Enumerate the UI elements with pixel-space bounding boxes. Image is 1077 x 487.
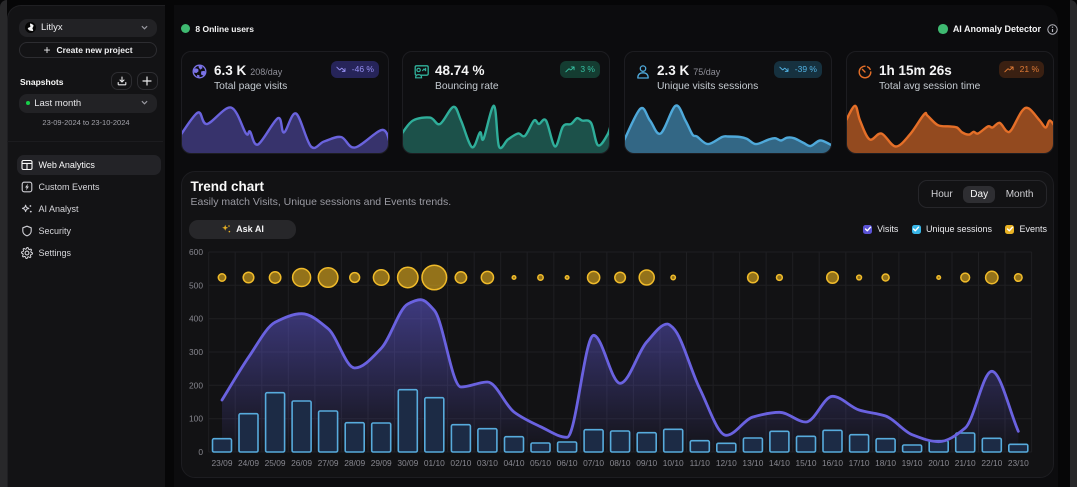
svg-text:30/09: 30/09: [397, 458, 418, 468]
svg-text:600: 600: [189, 247, 203, 257]
svg-text:27/09: 27/09: [318, 458, 339, 468]
svg-text:100: 100: [189, 414, 203, 424]
svg-text:500: 500: [189, 280, 203, 290]
svg-text:23/10: 23/10: [1008, 458, 1029, 468]
svg-text:07/10: 07/10: [583, 458, 604, 468]
svg-text:21/10: 21/10: [955, 458, 976, 468]
svg-text:24/09: 24/09: [238, 458, 259, 468]
svg-text:200: 200: [189, 380, 203, 390]
svg-text:28/09: 28/09: [344, 458, 365, 468]
svg-text:13/10: 13/10: [742, 458, 763, 468]
svg-text:18/10: 18/10: [875, 458, 896, 468]
svg-text:0: 0: [198, 447, 203, 457]
svg-text:06/10: 06/10: [557, 458, 578, 468]
svg-text:03/10: 03/10: [477, 458, 498, 468]
svg-text:04/10: 04/10: [504, 458, 525, 468]
svg-text:20/10: 20/10: [928, 458, 949, 468]
svg-text:17/10: 17/10: [849, 458, 870, 468]
svg-text:14/10: 14/10: [769, 458, 790, 468]
svg-text:300: 300: [189, 347, 203, 357]
svg-text:26/09: 26/09: [291, 458, 312, 468]
svg-text:19/10: 19/10: [902, 458, 923, 468]
svg-text:02/10: 02/10: [450, 458, 471, 468]
svg-text:10/10: 10/10: [663, 458, 684, 468]
svg-text:08/10: 08/10: [610, 458, 631, 468]
svg-text:22/10: 22/10: [981, 458, 1002, 468]
svg-text:11/10: 11/10: [690, 458, 711, 468]
svg-text:12/10: 12/10: [716, 458, 737, 468]
svg-text:29/09: 29/09: [371, 458, 392, 468]
svg-text:15/10: 15/10: [796, 458, 817, 468]
svg-text:25/09: 25/09: [265, 458, 286, 468]
svg-text:05/10: 05/10: [530, 458, 551, 468]
svg-text:23/09: 23/09: [212, 458, 233, 468]
svg-text:01/10: 01/10: [424, 458, 445, 468]
svg-text:400: 400: [189, 314, 203, 324]
svg-text:09/10: 09/10: [636, 458, 657, 468]
svg-text:16/10: 16/10: [822, 458, 843, 468]
